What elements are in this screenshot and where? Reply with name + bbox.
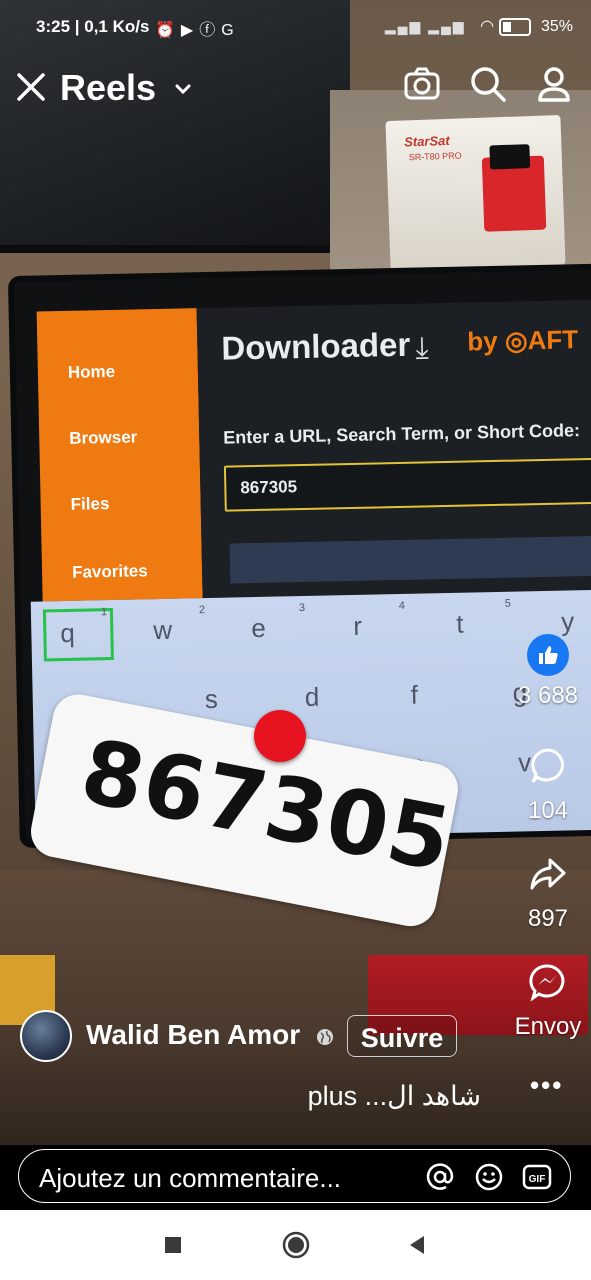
- page-title[interactable]: Reels: [60, 67, 156, 109]
- tv-key-num-3: 3: [298, 601, 306, 615]
- tv-key-d: d: [304, 681, 320, 712]
- profile-icon[interactable]: [534, 64, 574, 104]
- receiver-device: [481, 155, 547, 232]
- system-nav-bar: [0, 1210, 591, 1280]
- recent-apps-icon[interactable]: [158, 1230, 188, 1260]
- camera-icon[interactable]: [402, 64, 442, 104]
- caption-text[interactable]: plus ...شاهد ال: [308, 1081, 481, 1112]
- tv-sidebar-item-favorites: Favorites: [71, 561, 148, 582]
- gif-icon[interactable]: GIF: [522, 1162, 552, 1192]
- like-button[interactable]: 3 688: [508, 634, 588, 710]
- tv-sidebar-item-browser: Browser: [69, 427, 138, 448]
- product-model: SR-T80 PRO: [408, 150, 462, 163]
- download-arrow-icon: ⤓: [415, 331, 430, 365]
- share-icon[interactable]: [528, 854, 568, 894]
- status-time: 3:25 | 0,1 Ko/s: [36, 17, 150, 36]
- tv-key-w: w: [153, 614, 173, 646]
- reel-video[interactable]: StarSat SR-T80 PRO Home Browser Files Fa…: [0, 0, 591, 1145]
- comment-input[interactable]: Ajoutez un commentaire... GIF: [18, 1149, 571, 1203]
- home-icon[interactable]: [281, 1230, 311, 1260]
- comment-button[interactable]: 104: [508, 746, 588, 825]
- tv-url-prompt: Enter a URL, Search Term, or Short Code:: [223, 420, 581, 448]
- comment-bar: Ajoutez un commentaire... GIF: [0, 1145, 591, 1210]
- product-box: StarSat SR-T80 PRO: [385, 114, 566, 272]
- comment-icon[interactable]: [528, 746, 568, 786]
- tv-by-brand: by ◎AFT: [467, 324, 579, 357]
- tv-sidebar-item-home: Home: [67, 361, 116, 382]
- emoji-icon[interactable]: [474, 1162, 504, 1192]
- tv-key-r: r: [352, 610, 363, 641]
- status-notification-icons: ⏰▶ⓕG: [155, 22, 240, 39]
- share-button[interactable]: 897: [508, 854, 588, 933]
- tv-go-bar: [229, 535, 591, 584]
- close-icon[interactable]: [14, 70, 48, 104]
- like-count: 3 688: [517, 682, 579, 709]
- tv-key-f: f: [410, 679, 419, 710]
- tv-sidebar-item-files: Files: [70, 494, 110, 514]
- tv-sidebar: Home Browser Files Favorites: [36, 308, 203, 602]
- tv-app-title: Downloader: [221, 325, 411, 367]
- author-name[interactable]: Walid Ben Amor: [86, 1019, 300, 1051]
- mention-icon[interactable]: [425, 1162, 455, 1192]
- globe-icon: [317, 1029, 333, 1045]
- tv-key-num-1: 1: [100, 606, 108, 619]
- tv-key-s: s: [204, 683, 219, 715]
- send-label: Envoy: [514, 1013, 582, 1040]
- avatar[interactable]: [20, 1010, 72, 1062]
- tv-key-num-5: 5: [504, 597, 512, 610]
- messenger-icon[interactable]: [528, 962, 568, 1002]
- chevron-down-icon[interactable]: [172, 78, 194, 100]
- status-bar: 3:25 | 0,1 Ko/s ⏰▶ⓕG ▂▄▆ ▂▄▆ ◠ 35%: [0, 0, 591, 52]
- comment-count: 104: [527, 797, 569, 824]
- share-count: 897: [527, 905, 569, 932]
- status-right-group: ▂▄▆ ▂▄▆ ◠ 35%: [385, 16, 573, 36]
- wifi-icon: ◠: [480, 18, 499, 35]
- product-brand: StarSat: [403, 132, 450, 150]
- tv-main-panel: Downloader ⤓ by ◎AFT Enter a URL, Search…: [196, 299, 591, 599]
- tv-key-t: t: [455, 608, 464, 639]
- signal-icon: ▂▄▆ ▂▄▆: [384, 18, 466, 34]
- tv-key-num-2: 2: [198, 604, 206, 617]
- more-options-icon[interactable]: •••: [530, 1070, 563, 1101]
- tv-url-input: 867305: [223, 457, 591, 512]
- tv-key-y: y: [560, 606, 575, 637]
- battery-percent: 35%: [540, 18, 573, 35]
- search-icon[interactable]: [468, 64, 508, 104]
- comment-placeholder: Ajoutez un commentaire...: [39, 1163, 342, 1193]
- like-icon[interactable]: [527, 634, 569, 676]
- tv-key-num-4: 4: [398, 599, 406, 613]
- send-button[interactable]: Envoy: [508, 962, 588, 1041]
- tv-url-input-value: 867305: [240, 477, 298, 498]
- red-dot-marker: [254, 710, 306, 762]
- svg-text:GIF: GIF: [529, 1174, 546, 1185]
- back-icon[interactable]: [402, 1230, 432, 1260]
- follow-button[interactable]: Suivre: [347, 1015, 457, 1057]
- tv-key-e: e: [250, 612, 267, 644]
- battery-icon: [498, 17, 531, 36]
